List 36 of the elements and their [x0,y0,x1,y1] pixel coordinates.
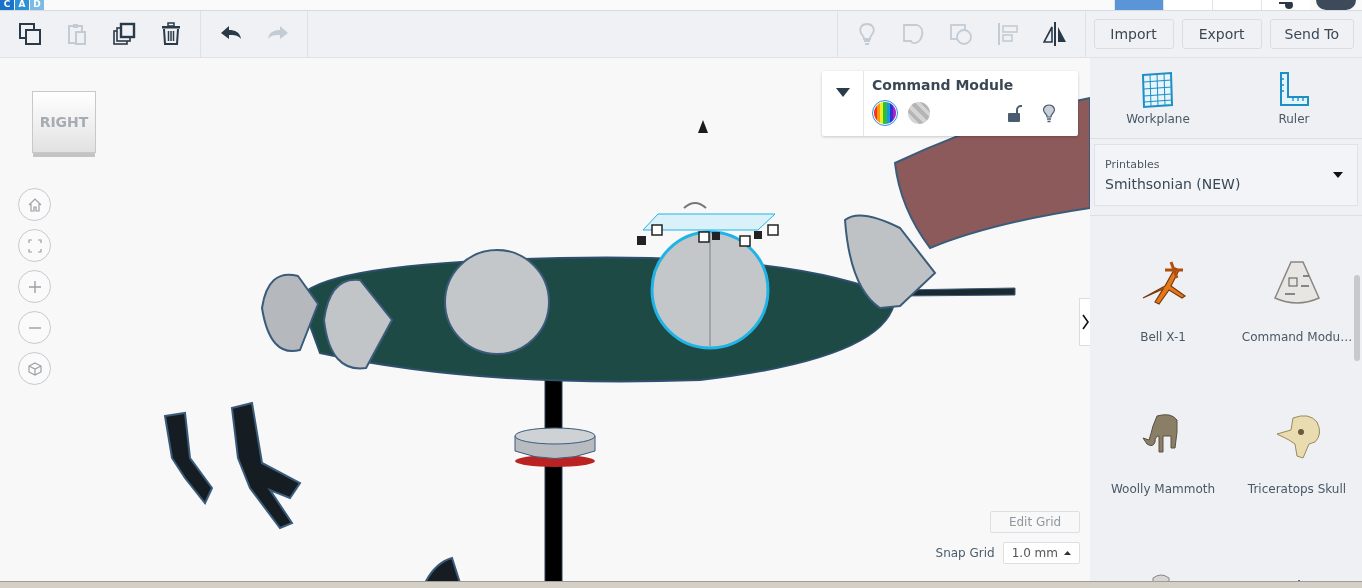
unlocked-lock-icon[interactable] [1008,104,1022,122]
import-button[interactable]: Import [1093,19,1174,49]
cube-button[interactable] [18,352,51,385]
bulb-icon[interactable] [1042,103,1056,123]
propeller-parts-drawing[interactable] [163,401,461,581]
chevron-right-icon[interactable] [1081,314,1089,330]
library-item-label[interactable]: Bell X-1 [1140,330,1186,344]
home-button[interactable] [18,188,51,221]
library-item-label[interactable]: Woolly Mammoth [1110,482,1216,496]
export-button[interactable]: Export [1181,19,1262,49]
caret-icon[interactable] [835,88,850,97]
caret-up-icon[interactable] [1064,551,1071,555]
logo[interactable]: C A D [0,0,44,10]
ruler-tool[interactable]: Ruler [1226,58,1362,138]
scrollbar[interactable] [1354,275,1360,361]
caret-down-icon[interactable] [1333,172,1343,178]
library-item-label[interactable]: Triceratops Skull [1247,482,1347,496]
collapse-panel-tab[interactable] [1079,298,1090,346]
snap-grid-label: Snap Grid [935,546,995,560]
zoom-in-button[interactable] [18,270,51,303]
copy-icon[interactable] [17,22,42,46]
send-to-button[interactable]: Send To [1269,19,1354,49]
duplicate-icon[interactable] [111,22,136,46]
solid-color-swatch[interactable] [872,100,898,126]
snap-grid-dropdown[interactable]: 1.0 mm [1002,542,1080,564]
library-item-label[interactable]: Command Modu… [1241,330,1353,344]
workplane-tool[interactable]: Workplane [1090,58,1226,138]
cone-tip-drawing[interactable] [698,120,708,133]
spacecraft-model-drawing[interactable] [261,202,1016,383]
notification-icon[interactable] [1279,2,1293,10]
mirror-icon[interactable] [1043,22,1068,46]
fit-view-button[interactable] [18,229,51,262]
zoom-out-button[interactable] [18,311,51,344]
library-dropdown[interactable]: Printables Smithsonian (NEW) [1094,144,1358,206]
avatar[interactable] [1316,0,1356,10]
shape-name: Command Module [872,77,1015,95]
